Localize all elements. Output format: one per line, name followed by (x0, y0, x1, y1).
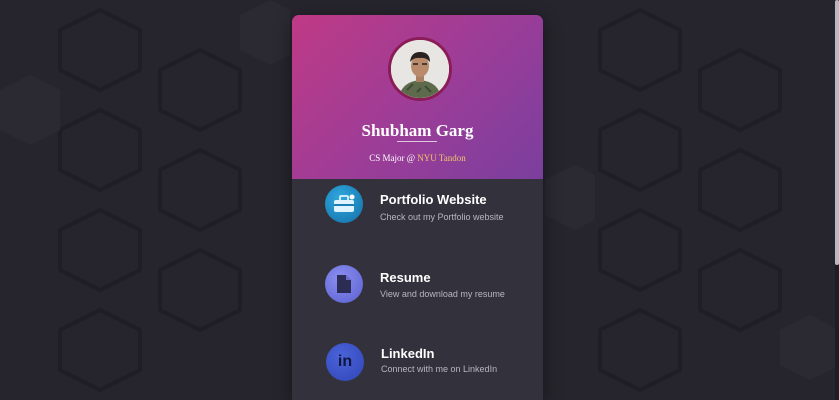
linkedin-link-subtitle: Connect with me on LinkedIn (381, 364, 498, 374)
linkedin-link-title: LinkedIn (381, 346, 435, 361)
scrollbar-thumb[interactable] (835, 0, 839, 265)
profile-tagline: CS Major @ NYU Tandon (292, 153, 543, 163)
resume-link-title: Resume (380, 270, 431, 285)
avatar-photo (391, 40, 449, 98)
avatar (388, 37, 452, 101)
profile-header: Shubham Garg CS Major @ NYU Tandon (292, 15, 543, 179)
linkedin-icon: in (326, 343, 364, 381)
tagline-prefix: CS Major @ (369, 153, 418, 163)
linkedin-link[interactable]: in LinkedIn Connect with me on LinkedIn (292, 343, 543, 400)
portfolio-link[interactable]: Portfolio Website Check out my Portfolio… (292, 185, 543, 245)
briefcase-icon (325, 185, 363, 223)
profile-name: Shubham Garg (361, 121, 474, 140)
document-icon (325, 265, 363, 303)
portfolio-link-title: Portfolio Website (380, 192, 487, 207)
profile-card: Shubham Garg CS Major @ NYU Tandon Portf… (292, 15, 543, 400)
resume-link[interactable]: Resume View and download my resume (292, 265, 543, 325)
portfolio-link-subtitle: Check out my Portfolio website (380, 212, 504, 222)
resume-link-subtitle: View and download my resume (380, 289, 505, 299)
header-divider (397, 141, 437, 142)
tagline-highlight: NYU Tandon (417, 153, 466, 163)
